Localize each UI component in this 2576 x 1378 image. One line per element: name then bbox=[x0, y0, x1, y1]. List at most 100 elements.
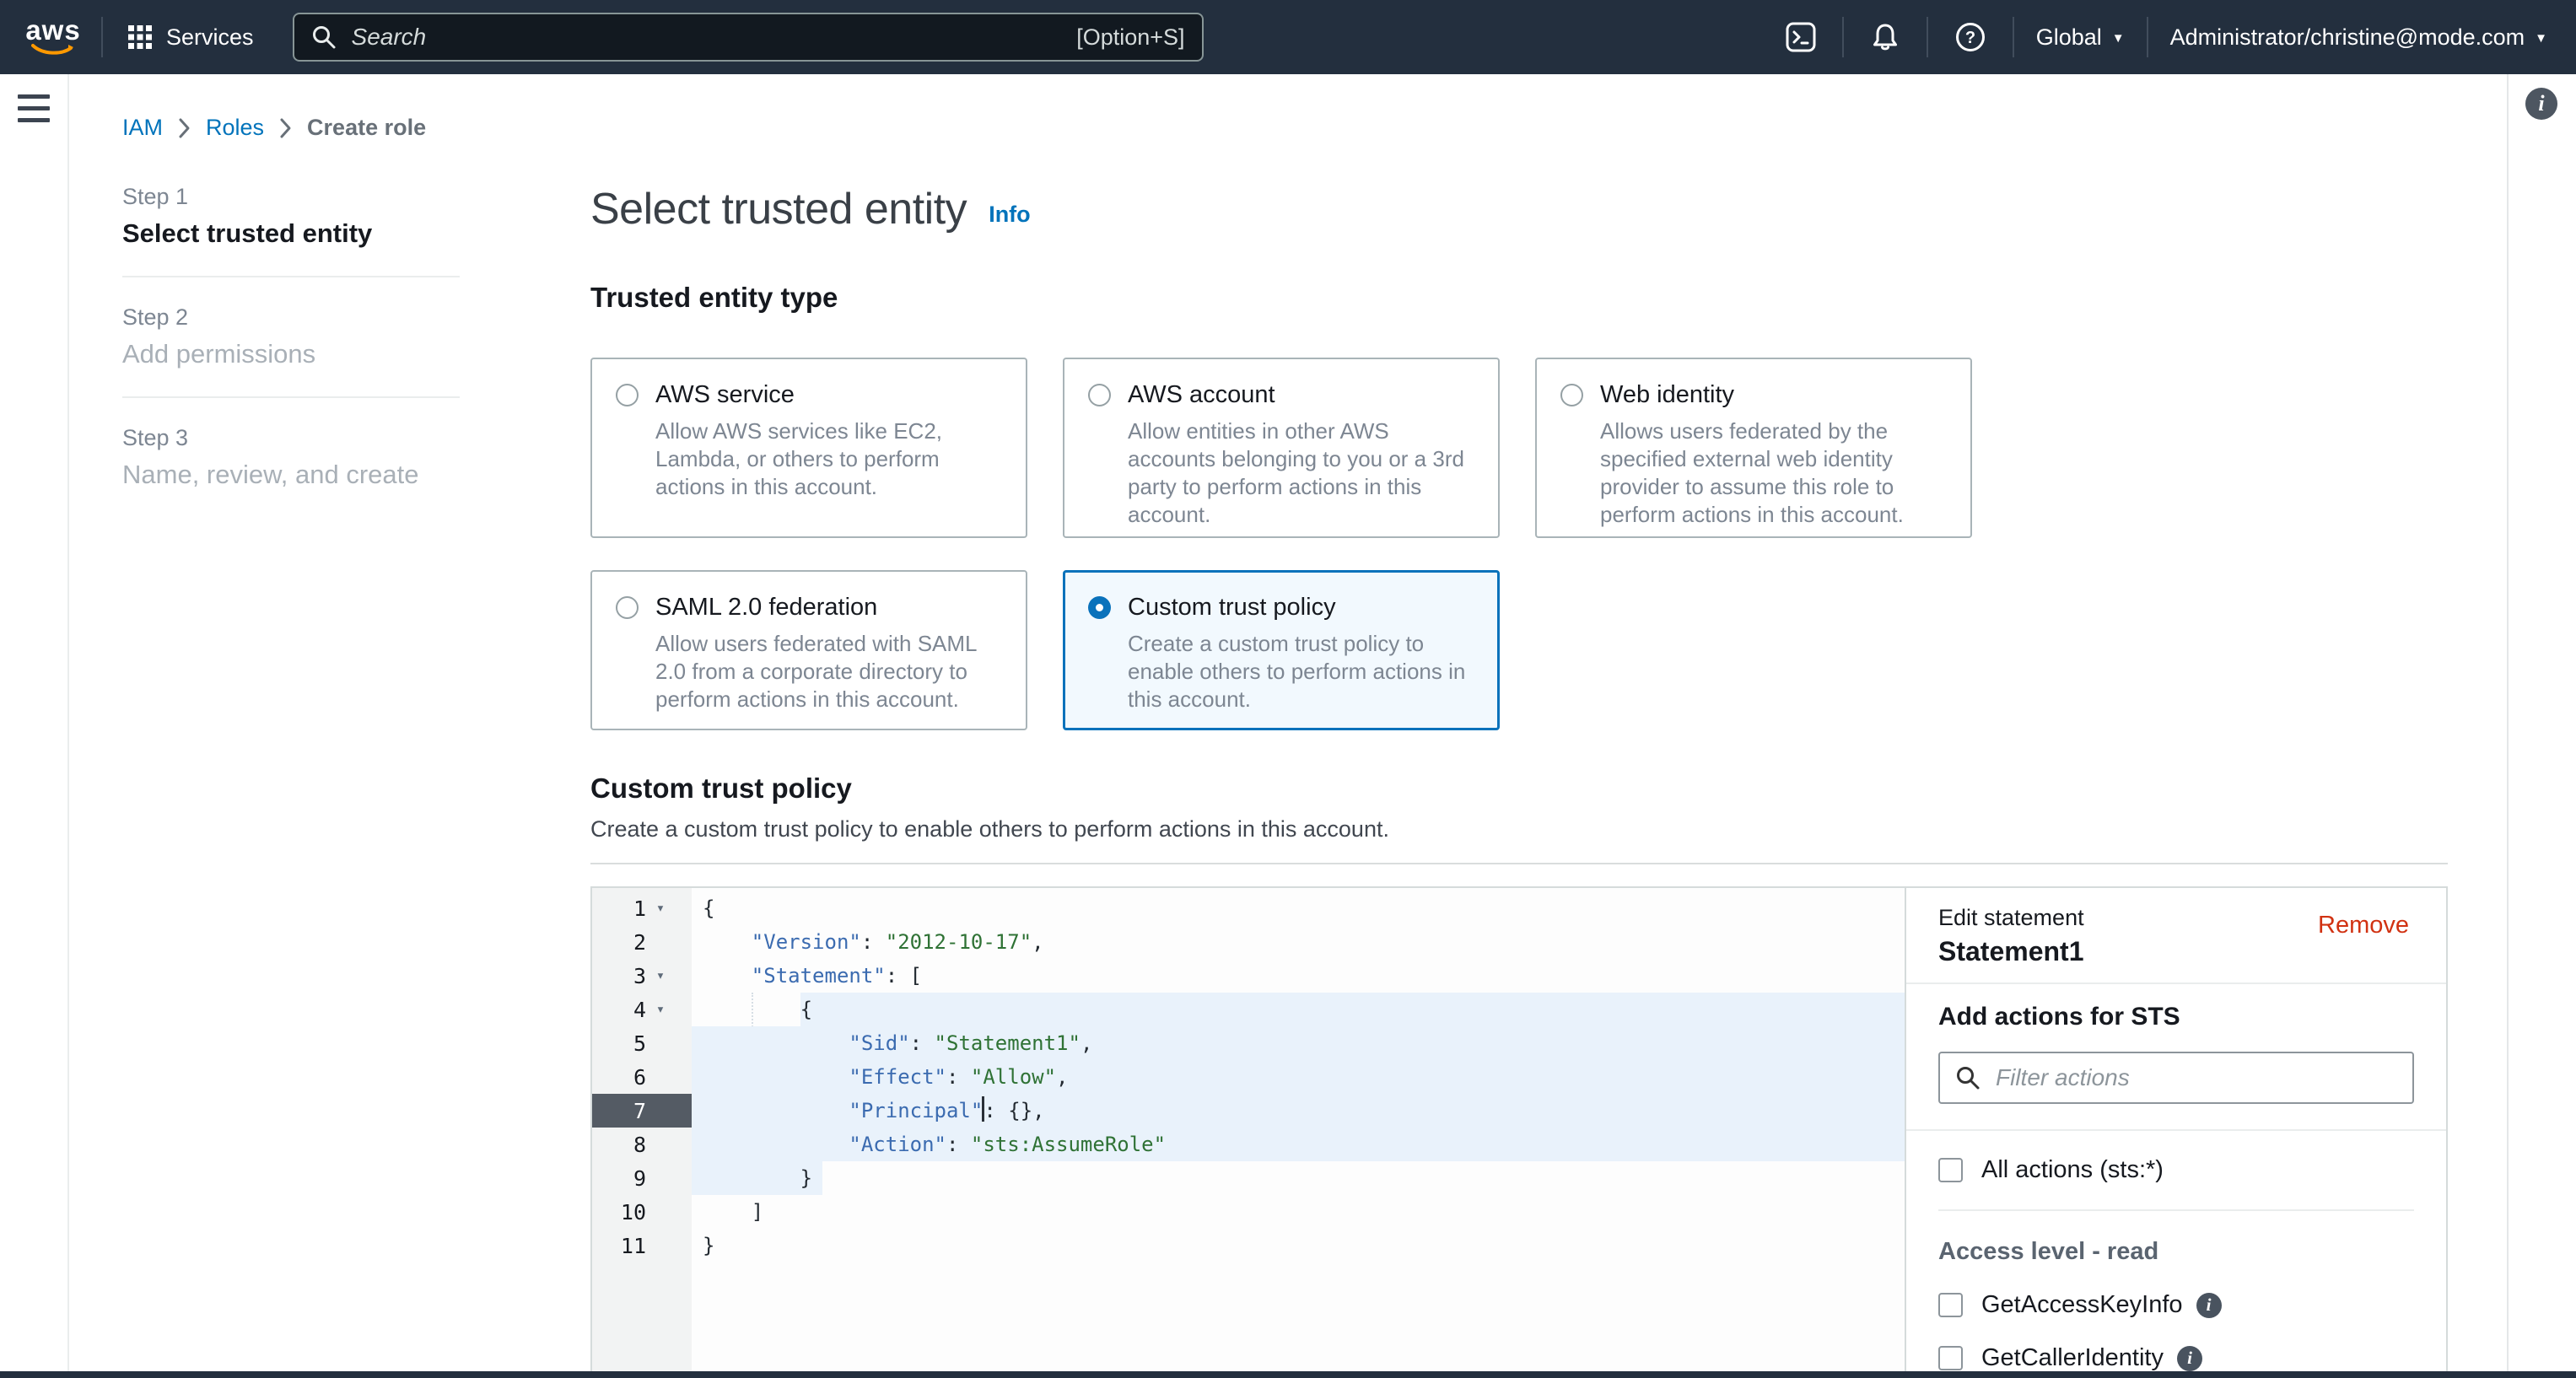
all-actions-checkbox[interactable] bbox=[1938, 1158, 1963, 1182]
action-row[interactable]: GetCallerIdentity i bbox=[1938, 1344, 2414, 1372]
code-line-2[interactable]: "Version": "2012-10-17", bbox=[692, 925, 1905, 959]
code-line-7[interactable]: "Principal": {}, bbox=[692, 1094, 1905, 1128]
editor-code[interactable]: { "Version": "2012-10-17", "Statement": … bbox=[692, 888, 1905, 1378]
statement-name: Statement1 bbox=[1938, 936, 2084, 967]
aws-home-button[interactable]: aws bbox=[24, 18, 83, 57]
global-search[interactable]: [Option+S] bbox=[293, 13, 1204, 62]
action-checkbox-getcalleridentity[interactable] bbox=[1938, 1346, 1963, 1370]
gutter-line-1[interactable]: 1▾ bbox=[592, 891, 692, 925]
notifications-button[interactable] bbox=[1862, 21, 1908, 53]
breadcrumb: IAM Roles Create role bbox=[122, 113, 2576, 142]
menu-toggle-button[interactable] bbox=[18, 94, 50, 122]
nav-divider bbox=[101, 17, 103, 57]
nav-utilities: ? Global ▼ Administrator/christine@mode.… bbox=[1778, 17, 2551, 57]
wizard-step-1[interactable]: Step 1 Select trusted entity bbox=[122, 184, 460, 249]
chevron-right-icon bbox=[279, 117, 292, 139]
radio-saml-federation[interactable] bbox=[616, 596, 639, 619]
page-shell: IAM Roles Create role Step 1 Select trus… bbox=[0, 74, 2576, 1378]
radio-aws-account[interactable] bbox=[1088, 384, 1111, 406]
nav-divider bbox=[1842, 17, 1844, 57]
divider bbox=[1938, 1209, 2414, 1211]
search-shortcut: [Option+S] bbox=[1076, 24, 1184, 51]
card-aws-service[interactable]: AWS service Allow AWS services like EC2,… bbox=[590, 358, 1027, 538]
divider bbox=[122, 276, 460, 277]
card-description: Create a custom trust policy to enable o… bbox=[1128, 630, 1474, 713]
step-label: Step 2 bbox=[122, 304, 460, 331]
card-saml-federation[interactable]: SAML 2.0 federation Allow users federate… bbox=[590, 570, 1027, 730]
card-title: SAML 2.0 federation bbox=[655, 594, 877, 622]
gutter-line-4[interactable]: 4▾ bbox=[592, 993, 692, 1026]
code-line-4[interactable]: { bbox=[692, 993, 1905, 1026]
policy-editor-container: 1▾23▾4▾567891011 { "Version": "2012-10-1… bbox=[590, 886, 2448, 1378]
edit-statement-label: Edit statement bbox=[1938, 905, 2084, 931]
info-link[interactable]: Info bbox=[989, 202, 1030, 228]
code-line-5[interactable]: "Sid": "Statement1", bbox=[692, 1026, 1905, 1060]
custom-policy-description: Create a custom trust policy to enable o… bbox=[590, 816, 2448, 842]
editor-gutter: 1▾23▾4▾567891011 bbox=[592, 888, 692, 1378]
code-line-3[interactable]: "Statement": [ bbox=[692, 959, 1905, 993]
services-menu-button[interactable]: Services bbox=[121, 24, 259, 51]
breadcrumb-current: Create role bbox=[307, 115, 426, 141]
breadcrumb-link-roles[interactable]: Roles bbox=[206, 115, 264, 141]
remove-statement-button[interactable]: Remove bbox=[2313, 905, 2414, 940]
gutter-line-3[interactable]: 3▾ bbox=[592, 959, 692, 993]
svg-text:?: ? bbox=[1965, 29, 1975, 47]
step-title: Select trusted entity bbox=[122, 218, 460, 249]
filter-actions-box[interactable] bbox=[1938, 1052, 2414, 1104]
radio-aws-service[interactable] bbox=[616, 384, 639, 406]
account-menu[interactable]: Administrator/christine@mode.com ▼ bbox=[2167, 24, 2551, 51]
main-column: Select trusted entity Info Trusted entit… bbox=[590, 184, 2448, 1378]
breadcrumb-link-iam[interactable]: IAM bbox=[122, 115, 163, 141]
code-line-11[interactable]: } bbox=[692, 1229, 1905, 1262]
gutter-line-7: 7 bbox=[592, 1094, 692, 1128]
card-aws-account[interactable]: AWS account Allow entities in other AWS … bbox=[1063, 358, 1500, 538]
card-title: AWS account bbox=[1128, 381, 1275, 409]
code-line-1[interactable]: { bbox=[692, 891, 1905, 925]
gutter-line-5: 5 bbox=[592, 1026, 692, 1060]
code-line-10[interactable]: ] bbox=[692, 1195, 1905, 1229]
cloudshell-icon bbox=[1785, 21, 1817, 53]
fold-toggle-icon[interactable]: ▾ bbox=[646, 1001, 675, 1018]
card-custom-trust-policy[interactable]: Custom trust policy Create a custom trus… bbox=[1063, 570, 1500, 730]
info-panel-icon[interactable]: i bbox=[2525, 88, 2557, 120]
gutter-line-2: 2 bbox=[592, 925, 692, 959]
card-title: AWS service bbox=[655, 381, 795, 409]
divider bbox=[122, 396, 460, 398]
wizard-step-3[interactable]: Step 3 Name, review, and create bbox=[122, 425, 460, 490]
cloudshell-button[interactable] bbox=[1778, 21, 1824, 53]
radio-web-identity[interactable] bbox=[1560, 384, 1583, 406]
radio-custom-trust-policy[interactable] bbox=[1088, 596, 1111, 619]
code-editor[interactable]: 1▾23▾4▾567891011 { "Version": "2012-10-1… bbox=[592, 888, 1905, 1378]
region-label: Global bbox=[2036, 24, 2102, 51]
filter-actions-input[interactable] bbox=[1994, 1063, 2397, 1092]
info-icon[interactable]: i bbox=[2177, 1346, 2202, 1371]
fold-toggle-icon[interactable]: ▾ bbox=[646, 967, 675, 984]
bottom-bar bbox=[0, 1371, 2576, 1378]
all-actions-label: All actions (sts:*) bbox=[1981, 1156, 2164, 1184]
top-navigation-bar: aws Services [Option+S] bbox=[0, 0, 2576, 74]
search-input[interactable] bbox=[350, 23, 1064, 51]
aws-console: aws Services [Option+S] bbox=[0, 0, 2576, 1378]
action-checkbox-getaccesskeyinfo[interactable] bbox=[1938, 1293, 1963, 1317]
side-nav-rail bbox=[0, 74, 69, 1378]
code-line-8[interactable]: "Action": "sts:AssumeRole" bbox=[692, 1128, 1905, 1161]
search-icon bbox=[1955, 1065, 1981, 1090]
fold-toggle-icon[interactable]: ▾ bbox=[646, 900, 675, 917]
nav-divider bbox=[2147, 17, 2148, 57]
info-icon[interactable]: i bbox=[2196, 1293, 2222, 1318]
all-actions-row[interactable]: All actions (sts:*) bbox=[1938, 1156, 2414, 1184]
help-button[interactable]: ? bbox=[1947, 20, 1994, 54]
step-title: Name, review, and create bbox=[122, 460, 460, 490]
action-row[interactable]: GetAccessKeyInfo i bbox=[1938, 1291, 2414, 1319]
card-title: Custom trust policy bbox=[1128, 594, 1336, 622]
add-actions-heading: Add actions for STS bbox=[1938, 1003, 2414, 1031]
gutter-line-6: 6 bbox=[592, 1060, 692, 1094]
nav-divider bbox=[1927, 17, 1928, 57]
gutter-line-10: 10 bbox=[592, 1195, 692, 1229]
wizard-step-2[interactable]: Step 2 Add permissions bbox=[122, 304, 460, 369]
code-line-9[interactable]: } bbox=[692, 1161, 1905, 1195]
region-selector[interactable]: Global ▼ bbox=[2033, 24, 2128, 51]
code-line-6[interactable]: "Effect": "Allow", bbox=[692, 1060, 1905, 1094]
card-web-identity[interactable]: Web identity Allows users federated by t… bbox=[1535, 358, 1972, 538]
card-title: Web identity bbox=[1600, 381, 1734, 409]
